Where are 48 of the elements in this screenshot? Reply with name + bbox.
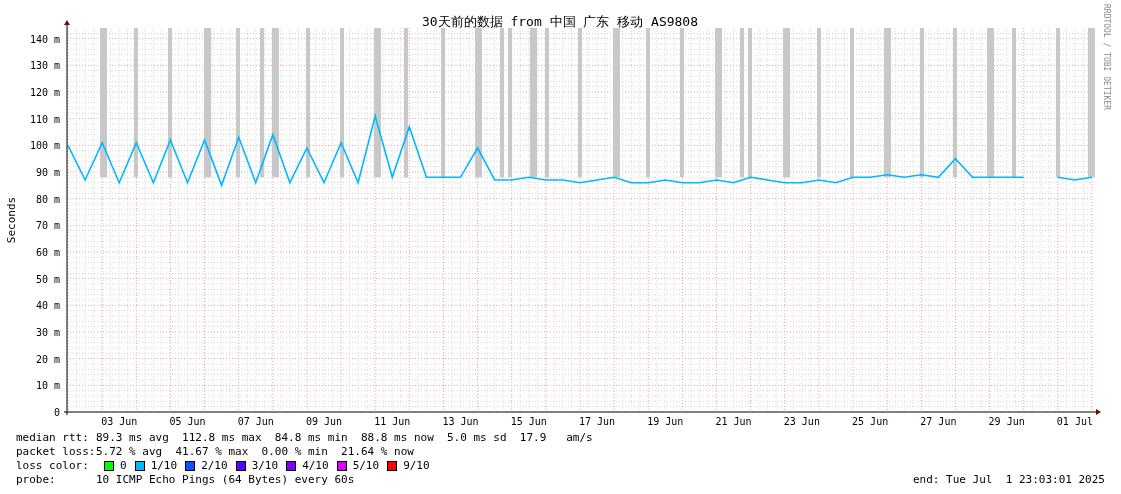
legend-entry: 9/10 — [403, 459, 430, 473]
stat-label: packet loss: — [16, 445, 96, 459]
y-tick-label: 30 m — [35, 327, 60, 338]
stat-values: 5.72 % avg 41.67 % max 0.00 % min 21.64 % now — [96, 445, 414, 459]
legend-label: loss color: — [16, 459, 90, 473]
x-tick-label: 17 Jun — [579, 416, 616, 427]
x-tick-label: 05 Jun — [169, 416, 206, 427]
x-tick-label: 03 Jun — [101, 416, 138, 427]
y-tick-label: 130 m — [29, 60, 60, 72]
y-tick-label: 0 — [53, 407, 60, 418]
y-tick-label: 90 m — [35, 167, 60, 178]
x-tick-label: 07 Jun — [237, 416, 274, 427]
y-tick-label: 80 m — [35, 193, 60, 205]
y-axis-label: Seconds — [5, 196, 18, 244]
y-tick-label: 50 m — [35, 273, 60, 285]
y-tick-label: 10 m — [35, 380, 60, 392]
x-tick-label: 09 Jun — [305, 416, 343, 427]
y-tick-label: 140 m — [29, 33, 60, 45]
legend-entry: 5/10 — [352, 459, 380, 473]
x-tick-label: 25 Jun — [852, 416, 889, 427]
x-tick-label: 13 Jun — [442, 416, 479, 427]
legend-entry: 0 — [120, 459, 127, 473]
y-tick-label: 40 m — [35, 300, 60, 312]
chart-title: 30天前的数据 from 中国 广东 移动 AS9808 — [421, 14, 699, 29]
y-tick-label: 60 m — [35, 247, 60, 258]
y-tick-label: 100 m — [29, 140, 60, 152]
x-tick-label: 11 Jun — [374, 416, 411, 427]
x-tick-label: 29 Jun — [988, 416, 1025, 427]
probe-text: 10 ICMP Echo Pings (64 Bytes) every 60s — [96, 473, 355, 487]
x-tick-label: 15 Jun — [510, 416, 547, 427]
legend-entry: 3/10 — [251, 459, 279, 473]
x-tick-label: 01 Jul — [1056, 416, 1093, 427]
y-tick-label: 110 m — [29, 113, 60, 125]
x-tick-label: 19 Jun — [647, 416, 684, 427]
watermark-text: RRDTOOL / TOBI OETIKER — [1101, 4, 1111, 110]
stat-values: 89.3 ms avg 112.8 ms max 84.8 ms min 88.8 ms now 5.0 ms sd 17.9 am/s — [96, 431, 593, 445]
probe-label: probe: — [16, 473, 57, 487]
x-tick-label: 27 Jun — [920, 416, 957, 427]
y-tick-label: 20 m — [35, 353, 60, 365]
y-tick-label: 120 m — [29, 87, 60, 98]
end-time: end: Tue Jul 1 23:03:01 2025 — [912, 473, 1105, 487]
x-tick-label: 21 Jun — [715, 416, 752, 427]
legend-entry: 2/10 — [201, 459, 228, 473]
x-tick-label: 23 Jun — [783, 416, 820, 427]
y-tick-label: 70 m — [35, 220, 60, 232]
legend-entry: 4/10 — [302, 459, 329, 473]
stat-label: median rtt: — [16, 431, 90, 445]
legend-entry: 1/10 — [150, 459, 178, 473]
